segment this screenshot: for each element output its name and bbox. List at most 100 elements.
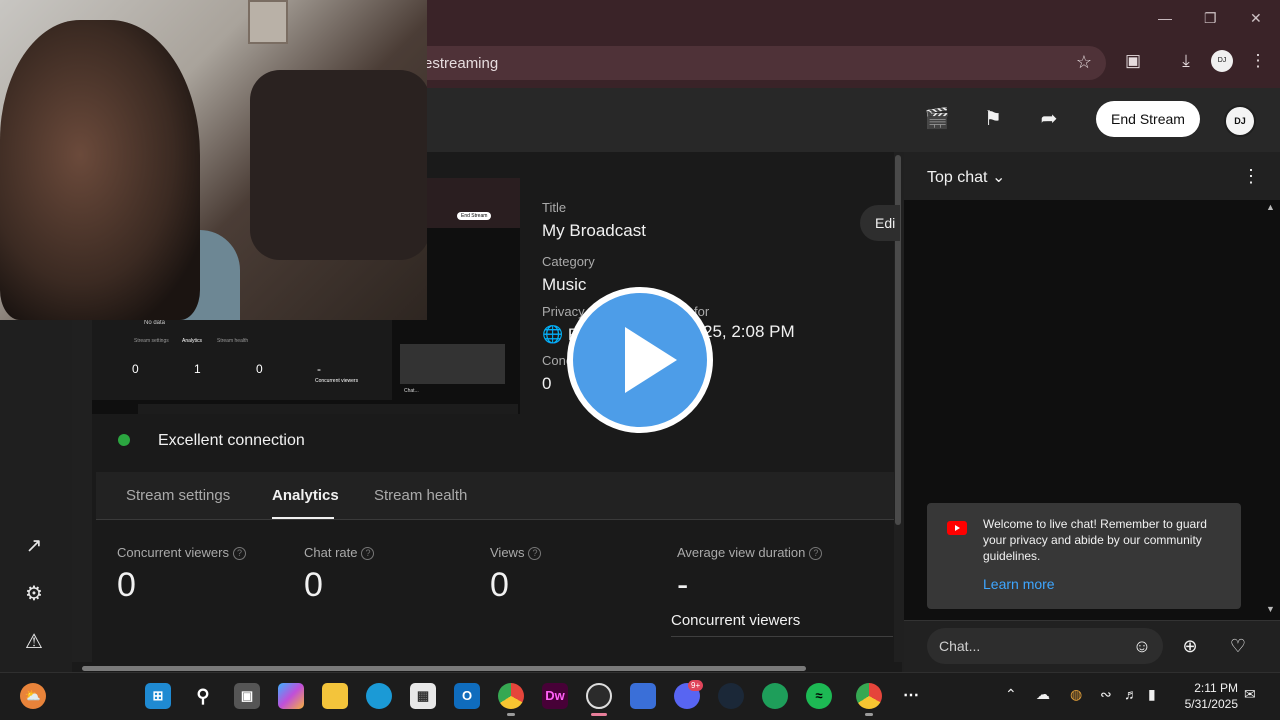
wifi-icon[interactable]: ∾ bbox=[1100, 686, 1112, 703]
chat-input[interactable] bbox=[927, 628, 1123, 664]
youtube-icon bbox=[947, 521, 967, 535]
popout-icon[interactable]: ↗ bbox=[22, 534, 46, 558]
analytics-tabs: Stream settings Analytics Stream health bbox=[96, 472, 894, 520]
title-field: Title My Broadcast bbox=[542, 200, 646, 241]
spotify-icon[interactable]: ≈ bbox=[806, 683, 832, 709]
volume-icon[interactable]: ♬ bbox=[1124, 686, 1138, 702]
running-indicator bbox=[865, 713, 873, 716]
help-icon: ? bbox=[528, 547, 542, 561]
chrome-profile-icon[interactable] bbox=[856, 683, 882, 709]
preview-mini-tab: Stream settings bbox=[134, 338, 169, 344]
edge-icon[interactable] bbox=[366, 683, 392, 709]
learn-more-link[interactable]: Learn more bbox=[983, 576, 1055, 592]
tab-stream-health[interactable]: Stream health bbox=[374, 487, 467, 504]
scrollbar-thumb[interactable] bbox=[82, 666, 806, 671]
address-bar[interactable]: estreaming ☆ bbox=[410, 46, 1106, 80]
dreamweaver-icon[interactable]: Dw bbox=[542, 683, 568, 709]
preview-mini-stat: 0 bbox=[132, 362, 139, 376]
stat-label-views: Views? bbox=[490, 545, 542, 561]
task-view-icon[interactable]: ▣ bbox=[234, 683, 260, 709]
search-icon[interactable]: ⚲ bbox=[190, 683, 216, 709]
preview-mini-header: End Stream bbox=[427, 178, 520, 228]
active-tab-indicator bbox=[272, 517, 334, 519]
chat-mode-dropdown[interactable]: Top chat ⌄ bbox=[927, 167, 1005, 187]
title-value: My Broadcast bbox=[542, 221, 646, 240]
url-text: estreaming bbox=[424, 55, 499, 72]
running-indicator bbox=[507, 713, 515, 716]
scroll-up-icon[interactable]: ▲ bbox=[1266, 202, 1275, 212]
microsoft-store-icon[interactable]: ▦ bbox=[410, 683, 436, 709]
tab-analytics[interactable]: Analytics bbox=[272, 487, 339, 504]
onedrive-icon[interactable]: ☁ bbox=[1036, 686, 1050, 703]
clapperboard-icon[interactable]: 🎬 bbox=[924, 106, 950, 132]
battery-icon[interactable]: ▮ bbox=[1148, 686, 1156, 703]
webcam-overlay bbox=[0, 0, 427, 320]
steam-icon[interactable] bbox=[718, 683, 744, 709]
file-explorer-icon[interactable] bbox=[322, 683, 348, 709]
heart-icon[interactable]: ♡ bbox=[1226, 634, 1250, 658]
notification-icon[interactable]: ✉ bbox=[1244, 686, 1256, 703]
chevron-down-icon: ⌄ bbox=[991, 169, 1006, 186]
avatar[interactable]: DJ bbox=[1224, 105, 1256, 137]
bookmark-icon[interactable]: ⚑ bbox=[980, 106, 1006, 132]
end-stream-button[interactable]: End Stream bbox=[1096, 101, 1200, 137]
download-icon[interactable]: ⤓ bbox=[1175, 50, 1197, 72]
gear-icon[interactable]: ⚙ bbox=[22, 582, 46, 606]
connection-status-dot bbox=[118, 434, 130, 446]
minimize-icon[interactable]: — bbox=[1158, 10, 1172, 26]
preview-mini-panel: No data Stream settings Analytics Stream… bbox=[92, 320, 392, 400]
copilot-icon[interactable] bbox=[278, 683, 304, 709]
taskbar-clock[interactable]: 2:11 PM 5/31/2025 bbox=[1180, 680, 1238, 712]
windows-start-icon[interactable]: ⊞ bbox=[145, 683, 171, 709]
close-icon[interactable]: ✕ bbox=[1250, 10, 1262, 27]
outlook-icon[interactable]: O bbox=[454, 683, 480, 709]
concurrent-value: 0 bbox=[542, 374, 552, 393]
edit-button[interactable]: Edi bbox=[860, 205, 900, 241]
category-label: Category bbox=[542, 254, 595, 269]
kiwix-icon[interactable] bbox=[762, 683, 788, 709]
play-button[interactable] bbox=[567, 287, 713, 433]
bookmark-star-icon[interactable]: ☆ bbox=[1076, 52, 1092, 73]
divider bbox=[671, 636, 893, 637]
stat-value-views: 0 bbox=[490, 566, 509, 604]
privacy-label: Privacy bbox=[542, 304, 585, 319]
stat-value-chat-rate: 0 bbox=[304, 566, 323, 604]
stat-label-chat-rate: Chat rate? bbox=[304, 545, 375, 561]
share-icon[interactable]: ➦ bbox=[1036, 106, 1062, 132]
chrome-icon[interactable] bbox=[498, 683, 524, 709]
horizontal-scrollbar[interactable] bbox=[72, 662, 902, 672]
tray-chevron-icon[interactable]: ⌃ bbox=[1005, 686, 1017, 703]
microphone-icon[interactable]: ◍ bbox=[1070, 686, 1082, 703]
scheduled-value: 25, 2:08 PM bbox=[703, 322, 795, 341]
preview-mini-stat: 0 bbox=[256, 362, 263, 376]
preview-mini-taskbar bbox=[138, 404, 518, 414]
weather-icon[interactable]: ⛅ bbox=[20, 683, 46, 709]
preview-mini-stat: 1 bbox=[194, 362, 201, 376]
more-apps-icon[interactable]: ⋯ bbox=[898, 683, 924, 709]
obs-icon[interactable] bbox=[586, 683, 612, 709]
preview-mini-chat: Chat... bbox=[404, 388, 419, 394]
feedback-icon[interactable]: ⚠ bbox=[22, 630, 46, 654]
chat-welcome-card: Welcome to live chat! Remember to guard … bbox=[927, 503, 1241, 609]
restore-icon[interactable]: ❐ bbox=[1204, 10, 1217, 27]
stat-label-average-view-duration: Average view duration? bbox=[677, 545, 823, 561]
preview-mini-tab: Stream health bbox=[217, 338, 249, 344]
preview-mini-end-stream: End Stream bbox=[457, 212, 492, 220]
category-field: Category Music bbox=[542, 254, 595, 295]
browser-menu-icon[interactable]: ⋮ bbox=[1247, 50, 1269, 72]
tab-stream-settings[interactable]: Stream settings bbox=[126, 487, 230, 504]
couch-image bbox=[250, 70, 427, 260]
preview-mini-cv: Concurrent viewers bbox=[315, 378, 359, 384]
add-icon[interactable]: ⊕ bbox=[1178, 634, 1202, 658]
screen-recorder-icon[interactable] bbox=[630, 683, 656, 709]
chat-menu-icon[interactable]: ⋮ bbox=[1242, 166, 1260, 187]
preview-mini-nodata: No data bbox=[144, 320, 166, 326]
help-icon: ? bbox=[809, 547, 823, 561]
stat-label-concurrent-viewers: Concurrent viewers? bbox=[117, 545, 246, 561]
preview-mini-stat: - bbox=[317, 362, 321, 376]
discord-badge: 9+ bbox=[688, 680, 704, 691]
scroll-down-icon[interactable]: ▼ bbox=[1266, 604, 1275, 614]
profile-avatar[interactable]: DJ bbox=[1211, 50, 1233, 72]
emoji-icon[interactable]: ☺ bbox=[1130, 634, 1154, 658]
cast-icon[interactable]: ▣ bbox=[1122, 50, 1144, 72]
